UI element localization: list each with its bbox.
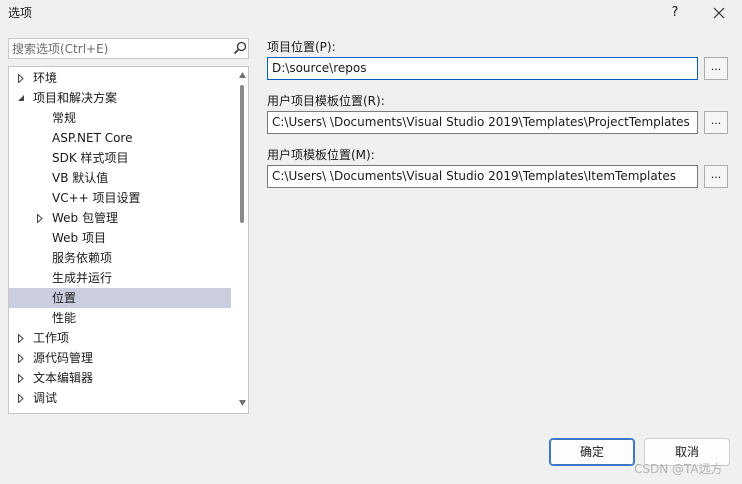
- tree-item-label: 源代码管理: [33, 351, 94, 365]
- expand-arrow-icon[interactable]: [37, 208, 47, 228]
- watermark: CSDN @TA远方: [634, 462, 723, 476]
- user-project-templates-label: 用户项目模板位置(R):: [267, 94, 385, 108]
- tree-item-web-package-management[interactable]: Web 包管理: [9, 208, 231, 228]
- expand-arrow-icon[interactable]: [18, 328, 28, 348]
- expand-arrow-icon[interactable]: [18, 388, 28, 408]
- tree-item-label: Web 项目: [52, 231, 106, 245]
- collapse-arrow-icon[interactable]: [17, 88, 27, 108]
- tree-item-label: 项目和解决方案: [33, 91, 118, 105]
- tree-item-performance[interactable]: 性能: [9, 308, 231, 328]
- tree-item-label: 工作项: [33, 331, 70, 345]
- tree-item-text-editor[interactable]: 文本编辑器: [9, 368, 231, 388]
- tree-item-web-projects[interactable]: Web 项目: [9, 228, 231, 248]
- expand-arrow-icon[interactable]: [18, 368, 28, 388]
- search-input[interactable]: [12, 40, 222, 57]
- tree-item-work-items[interactable]: 工作项: [9, 328, 231, 348]
- tree-item-label: 生成并运行: [52, 271, 113, 285]
- tree-item-label: SDK 样式项目: [52, 151, 129, 165]
- project-location-browse-button[interactable]: ...: [704, 57, 728, 80]
- tree-item-label: Web 包管理: [52, 211, 118, 225]
- search-box: [8, 38, 249, 59]
- tree-item-aspnet-core[interactable]: ASP.NET Core: [9, 128, 231, 148]
- tree-item-label: 常规: [52, 111, 77, 125]
- project-location-label: 项目位置(P):: [267, 40, 336, 54]
- tree-item-label: 文本编辑器: [33, 371, 94, 385]
- tree-item-build-and-run[interactable]: 生成并运行: [9, 268, 231, 288]
- search-icon[interactable]: [233, 41, 247, 55]
- tree-item-sdk-style-projects[interactable]: SDK 样式项目: [9, 148, 231, 168]
- tree-item-label: 调试: [33, 391, 58, 405]
- tree-item-label: 位置: [52, 291, 77, 305]
- tree-scrollbar[interactable]: [237, 67, 248, 413]
- tree-item-service-dependencies[interactable]: 服务依赖项: [9, 248, 231, 268]
- tree-item-source-control[interactable]: 源代码管理: [9, 348, 231, 368]
- tree-item-locations[interactable]: 位置: [9, 288, 231, 308]
- user-project-templates-browse-button[interactable]: ...: [704, 111, 728, 134]
- close-button[interactable]: [705, 2, 733, 24]
- tree-item-debugging[interactable]: 调试: [9, 388, 231, 408]
- user-project-templates-input[interactable]: C:\Users\ \Documents\Visual Studio 2019\…: [267, 111, 698, 134]
- scroll-thumb[interactable]: [240, 85, 244, 223]
- tree-item-label: 服务依赖项: [52, 251, 113, 265]
- tree-item-vcpp-project-settings[interactable]: VC++ 项目设置: [9, 188, 231, 208]
- scroll-down-icon[interactable]: [238, 399, 247, 407]
- ok-button[interactable]: 确定: [549, 438, 635, 466]
- tree-item-label: VC++ 项目设置: [52, 191, 141, 205]
- tree-item-label: VB 默认值: [52, 171, 109, 185]
- tree-item-general[interactable]: 常规: [9, 108, 231, 128]
- close-icon: [713, 7, 725, 19]
- project-location-input[interactable]: D:\source\repos: [267, 57, 698, 80]
- options-tree: 环境 项目和解决方案 常规 ASP.NET Core SDK 样式项目 VB 默…: [8, 66, 249, 414]
- tree-item-projects-and-solutions[interactable]: 项目和解决方案: [9, 88, 231, 108]
- help-button[interactable]: ?: [664, 3, 686, 23]
- tree-item-label: ASP.NET Core: [52, 131, 133, 145]
- window-title: 选项: [8, 6, 33, 20]
- user-item-templates-label: 用户项模板位置(M):: [267, 148, 375, 162]
- tree-item-vb-defaults[interactable]: VB 默认值: [9, 168, 231, 188]
- title-bar: 选项 ?: [0, 0, 742, 26]
- expand-arrow-icon[interactable]: [18, 68, 28, 88]
- user-item-templates-input[interactable]: C:\Users\ \Documents\Visual Studio 2019\…: [267, 165, 698, 188]
- tree-item-environment[interactable]: 环境: [9, 68, 231, 88]
- tree-item-label: 环境: [33, 71, 58, 85]
- tree-item-label: 性能: [52, 311, 77, 325]
- user-item-templates-browse-button[interactable]: ...: [704, 165, 728, 188]
- scroll-up-icon[interactable]: [238, 71, 247, 79]
- expand-arrow-icon[interactable]: [18, 348, 28, 368]
